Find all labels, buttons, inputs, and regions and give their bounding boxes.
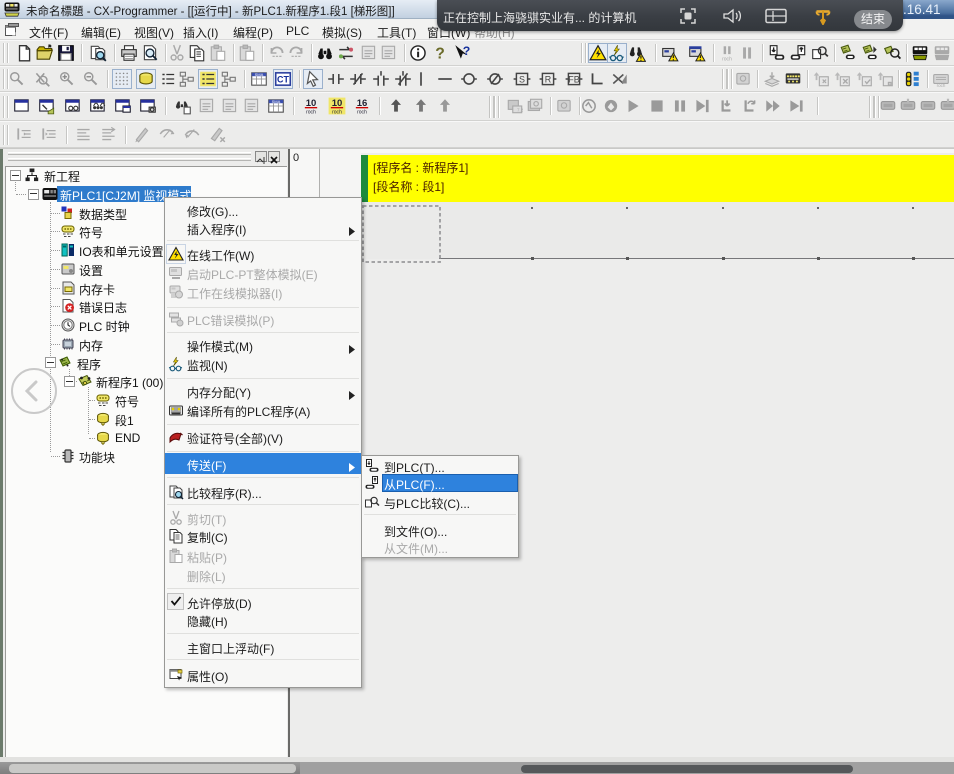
svg-text:?: ? [435, 46, 445, 62]
svg-text:roch: roch [357, 109, 367, 115]
svg-text:?: ? [463, 44, 471, 58]
svg-text:roch: roch [306, 109, 316, 115]
svg-text:roch: roch [937, 83, 946, 88]
svg-text:roch: roch [722, 56, 732, 62]
svg-text:SMA: SMA [272, 99, 281, 104]
svg-text:SMA: SMA [255, 72, 264, 77]
svg-text:R: R [545, 74, 552, 84]
svg-text:roch: roch [332, 109, 342, 115]
svg-text:CT: CT [277, 74, 289, 84]
svg-text:7.2: 7.2 [517, 108, 524, 113]
svg-text:FB: FB [568, 74, 579, 84]
svg-text:S: S [519, 74, 525, 84]
